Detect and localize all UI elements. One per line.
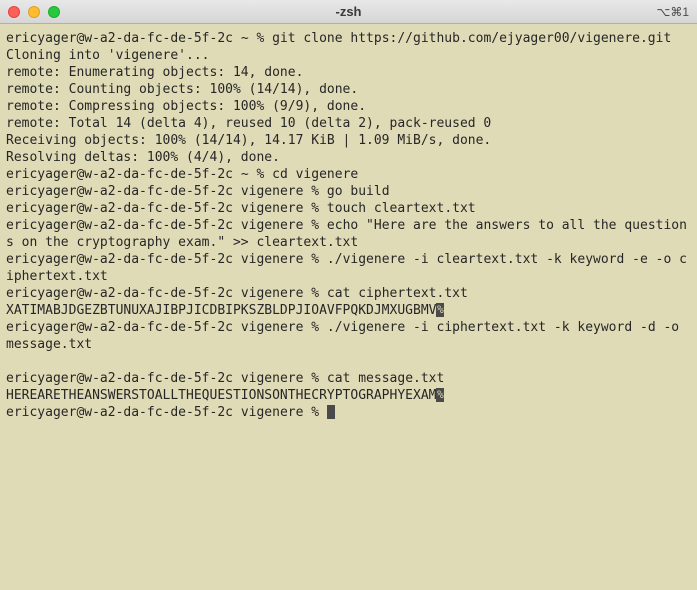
cursor [327,405,335,419]
prompt-line: ericyager@w-a2-da-fc-de-5f-2c vigenere %… [6,319,691,353]
command-text: cat ciphertext.txt [327,286,468,301]
prompt-dir: vigenere [241,218,304,233]
prompt-symbol: % [311,405,319,420]
prompt-symbol: % [311,218,319,233]
command-text: touch cleartext.txt [327,201,476,216]
eol-indicator: % [436,388,444,402]
prompt-user-host: ericyager@w-a2-da-fc-de-5f-2c [6,252,233,267]
prompt-line: ericyager@w-a2-da-fc-de-5f-2c vigenere %… [6,217,691,251]
prompt-dir: vigenere [241,201,304,216]
output-line: remote: Compressing objects: 100% (9/9),… [6,98,691,115]
prompt-dir: vigenere [241,405,304,420]
prompt-line: ericyager@w-a2-da-fc-de-5f-2c ~ % cd vig… [6,166,691,183]
prompt-line: ericyager@w-a2-da-fc-de-5f-2c vigenere %… [6,251,691,285]
prompt-symbol: % [311,201,319,216]
prompt-user-host: ericyager@w-a2-da-fc-de-5f-2c [6,218,233,233]
prompt-user-host: ericyager@w-a2-da-fc-de-5f-2c [6,201,233,216]
prompt-user-host: ericyager@w-a2-da-fc-de-5f-2c [6,371,233,386]
prompt-symbol: % [256,31,264,46]
prompt-user-host: ericyager@w-a2-da-fc-de-5f-2c [6,320,233,335]
output-line: remote: Counting objects: 100% (14/14), … [6,81,691,98]
output-line: Receiving objects: 100% (14/14), 14.17 K… [6,132,691,149]
output-line [6,353,691,370]
output-line: XATIMABJDGEZBTUNUXAJIBPJICDBIPKSZBLDPJIO… [6,302,691,319]
prompt-dir: vigenere [241,320,304,335]
prompt-user-host: ericyager@w-a2-da-fc-de-5f-2c [6,405,233,420]
prompt-symbol: % [311,320,319,335]
prompt-symbol: % [311,286,319,301]
prompt-symbol: % [311,184,319,199]
prompt-symbol: % [311,371,319,386]
output-line: Resolving deltas: 100% (4/4), done. [6,149,691,166]
window-title: -zsh [336,4,362,19]
maximize-button[interactable] [48,6,60,18]
prompt-line: ericyager@w-a2-da-fc-de-5f-2c vigenere %… [6,285,691,302]
prompt-dir: vigenere [241,286,304,301]
prompt-dir: ~ [241,167,249,182]
prompt-user-host: ericyager@w-a2-da-fc-de-5f-2c [6,167,233,182]
terminal-output[interactable]: ericyager@w-a2-da-fc-de-5f-2c ~ % git cl… [0,24,697,590]
output-line: HEREARETHEANSWERSTOALLTHEQUESTIONSONTHEC… [6,387,691,404]
prompt-dir: vigenere [241,252,304,267]
output-line: remote: Total 14 (delta 4), reused 10 (d… [6,115,691,132]
close-button[interactable] [8,6,20,18]
prompt-line: ericyager@w-a2-da-fc-de-5f-2c vigenere %… [6,370,691,387]
cipher-output: XATIMABJDGEZBTUNUXAJIBPJICDBIPKSZBLDPJIO… [6,303,436,318]
traffic-lights [8,6,60,18]
output-line: Cloning into 'vigenere'... [6,47,691,64]
prompt-user-host: ericyager@w-a2-da-fc-de-5f-2c [6,286,233,301]
command-text: git clone https://github.com/ejyager00/v… [272,31,671,46]
prompt-user-host: ericyager@w-a2-da-fc-de-5f-2c [6,184,233,199]
prompt-symbol: % [311,252,319,267]
window-shortcut: ⌥⌘1 [656,5,689,19]
eol-indicator: % [436,303,444,317]
window-titlebar: -zsh ⌥⌘1 [0,0,697,24]
minimize-button[interactable] [28,6,40,18]
output-line: remote: Enumerating objects: 14, done. [6,64,691,81]
prompt-line: ericyager@w-a2-da-fc-de-5f-2c vigenere %… [6,183,691,200]
command-text: cat message.txt [327,371,444,386]
command-text: go build [327,184,390,199]
prompt-line: ericyager@w-a2-da-fc-de-5f-2c vigenere % [6,404,691,421]
prompt-dir: vigenere [241,184,304,199]
message-output: HEREARETHEANSWERSTOALLTHEQUESTIONSONTHEC… [6,388,436,403]
command-text: cd vigenere [272,167,358,182]
prompt-line: ericyager@w-a2-da-fc-de-5f-2c ~ % git cl… [6,30,691,47]
prompt-user-host: ericyager@w-a2-da-fc-de-5f-2c [6,31,233,46]
prompt-dir: vigenere [241,371,304,386]
prompt-symbol: % [256,167,264,182]
prompt-dir: ~ [241,31,249,46]
prompt-line: ericyager@w-a2-da-fc-de-5f-2c vigenere %… [6,200,691,217]
